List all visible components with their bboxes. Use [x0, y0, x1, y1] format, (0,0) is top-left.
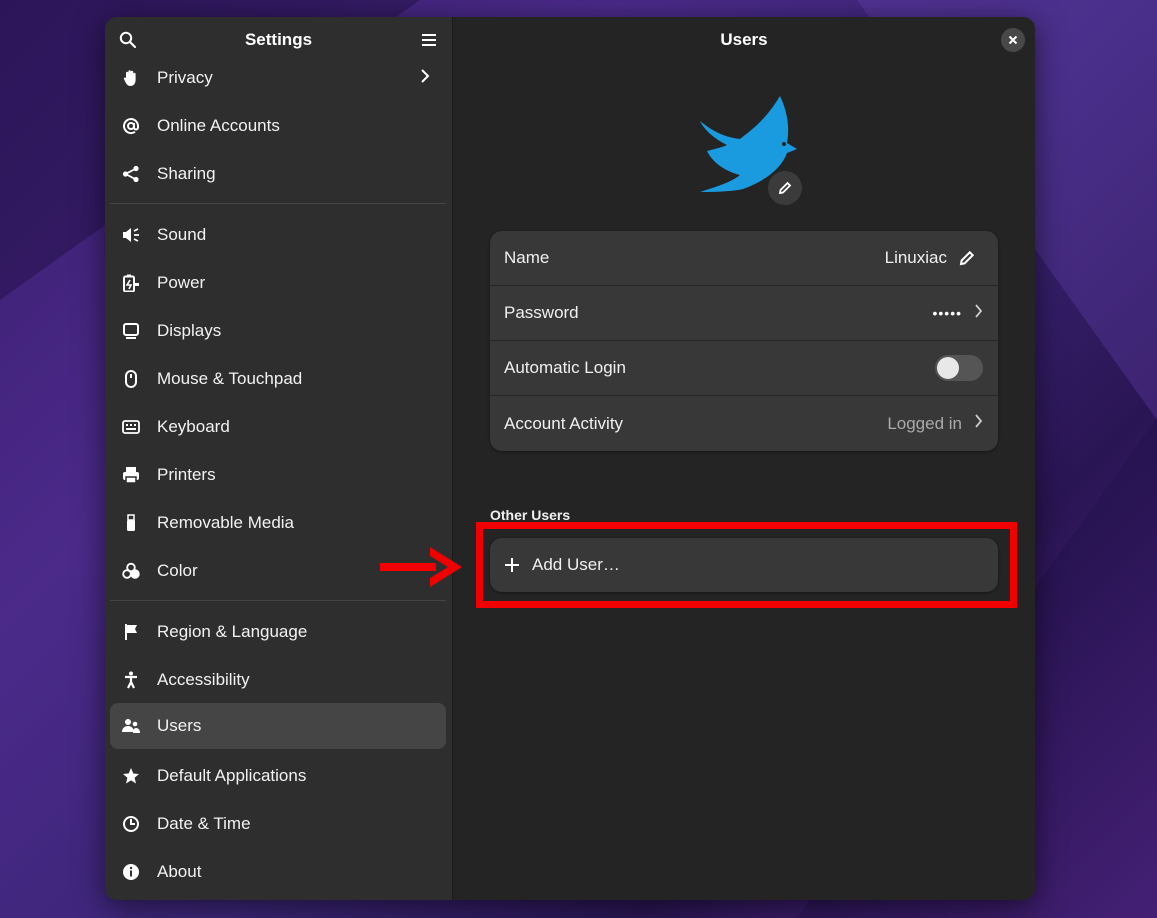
users-icon	[122, 717, 140, 735]
other-users-heading: Other Users	[490, 507, 571, 523]
pencil-icon	[959, 250, 975, 266]
sidebar-item-label: Sharing	[157, 164, 216, 183]
sidebar-item-sharing[interactable]: Sharing	[110, 151, 446, 197]
sidebar-separator	[110, 203, 446, 204]
sidebar-item-label: Accessibility	[157, 670, 250, 689]
sidebar-item-accessibility[interactable]: Accessibility	[110, 657, 446, 703]
sidebar-item-keyboard[interactable]: Keyboard	[110, 404, 446, 450]
pencil-icon	[778, 181, 792, 195]
automatic-login-label: Automatic Login	[504, 358, 626, 377]
chevron-right-icon	[420, 68, 430, 89]
search-button[interactable]	[116, 28, 140, 52]
color-icon	[122, 562, 140, 580]
sidebar-item-displays[interactable]: Displays	[110, 308, 446, 354]
share-icon	[122, 165, 140, 183]
sidebar-item-label: Privacy	[157, 68, 213, 87]
mouse-icon	[122, 370, 140, 388]
info-icon	[122, 863, 140, 881]
display-icon	[122, 322, 140, 340]
name-row: Name Linuxiac	[490, 231, 998, 286]
automatic-login-row: Automatic Login	[490, 341, 998, 396]
toggle-knob	[937, 357, 959, 379]
password-value: •••••	[932, 305, 962, 321]
sidebar-item-removable-media[interactable]: Removable Media	[110, 500, 446, 546]
page-title: Users	[720, 30, 768, 49]
name-label: Name	[504, 248, 550, 267]
sidebar-item-online-accounts[interactable]: Online Accounts	[110, 103, 446, 149]
hamburger-menu-icon	[422, 34, 436, 46]
name-value: Linuxiac	[884, 248, 947, 267]
sidebar-item-label: Displays	[157, 321, 222, 340]
chevron-right-icon	[974, 413, 983, 434]
settings-window: Settings Privacy Online Accounts Sharing…	[105, 17, 1035, 900]
sidebar-item-label: Region & Language	[157, 622, 308, 641]
sidebar-item-power[interactable]: Power	[110, 260, 446, 306]
sidebar: Settings Privacy Online Accounts Sharing…	[105, 17, 453, 900]
password-label: Password	[504, 303, 579, 322]
sidebar-item-label: Users	[157, 716, 202, 735]
sidebar-item-sound[interactable]: Sound	[110, 212, 446, 258]
battery-icon	[122, 274, 140, 292]
close-icon	[1008, 35, 1018, 45]
account-activity-label: Account Activity	[504, 413, 624, 433]
close-button[interactable]	[1001, 28, 1025, 52]
content-header: Users	[453, 17, 1035, 63]
clock-icon	[122, 815, 140, 833]
sidebar-item-mouse-touchpad[interactable]: Mouse & Touchpad	[110, 356, 446, 402]
sidebar-title: Settings	[244, 30, 313, 49]
keyboard-icon	[122, 418, 140, 436]
accessibility-icon	[122, 671, 140, 689]
usb-icon	[122, 514, 140, 532]
sidebar-item-label: Default Applications	[157, 766, 307, 785]
main-menu-button[interactable]	[417, 28, 441, 52]
speaker-icon	[122, 226, 140, 244]
printer-icon	[122, 466, 140, 484]
flag-icon	[122, 623, 140, 641]
sidebar-item-privacy[interactable]: Privacy	[110, 63, 446, 101]
sidebar-list: Privacy Online Accounts Sharing Sound Po…	[105, 63, 452, 900]
at-icon	[122, 117, 140, 135]
sidebar-item-label: Mouse & Touchpad	[157, 369, 303, 388]
automatic-login-toggle[interactable]	[935, 355, 983, 381]
sidebar-item-label: Keyboard	[157, 417, 230, 436]
sidebar-item-label: About	[157, 862, 202, 881]
sidebar-item-label: Online Accounts	[157, 116, 280, 135]
password-row[interactable]: Password •••••	[490, 286, 998, 341]
users-panel: Users Name Linuxiac Password ••••• Autom…	[453, 17, 1035, 900]
search-icon	[119, 31, 137, 49]
sidebar-item-label: Color	[157, 561, 198, 580]
sidebar-item-about[interactable]: About	[110, 849, 446, 895]
hand-icon	[122, 69, 140, 87]
sidebar-item-printers[interactable]: Printers	[110, 452, 446, 498]
sidebar-item-default-applications[interactable]: Default Applications	[110, 753, 446, 799]
sidebar-item-label: Date & Time	[157, 814, 251, 833]
sidebar-item-label: Power	[157, 273, 206, 292]
sidebar-item-label: Removable Media	[157, 513, 295, 532]
account-activity-row[interactable]: Account Activity Logged in	[490, 396, 998, 451]
sidebar-item-users[interactable]: Users	[110, 703, 446, 749]
edit-avatar-button[interactable]	[768, 171, 802, 205]
sidebar-item-region-language[interactable]: Region & Language	[110, 609, 446, 655]
account-activity-value: Logged in	[887, 413, 962, 433]
account-settings-card: Name Linuxiac Password ••••• Automatic L…	[490, 231, 998, 451]
edit-name-button[interactable]	[959, 250, 975, 266]
sidebar-separator	[110, 600, 446, 601]
highlight-arrow-icon	[380, 547, 462, 587]
chevron-right-icon	[974, 303, 983, 324]
star-icon	[122, 767, 140, 785]
sidebar-item-label: Sound	[157, 225, 207, 244]
sidebar-item-date-time[interactable]: Date & Time	[110, 801, 446, 847]
sidebar-header: Settings	[105, 17, 452, 63]
sidebar-item-label: Printers	[157, 465, 216, 484]
highlight-box	[476, 522, 1017, 608]
